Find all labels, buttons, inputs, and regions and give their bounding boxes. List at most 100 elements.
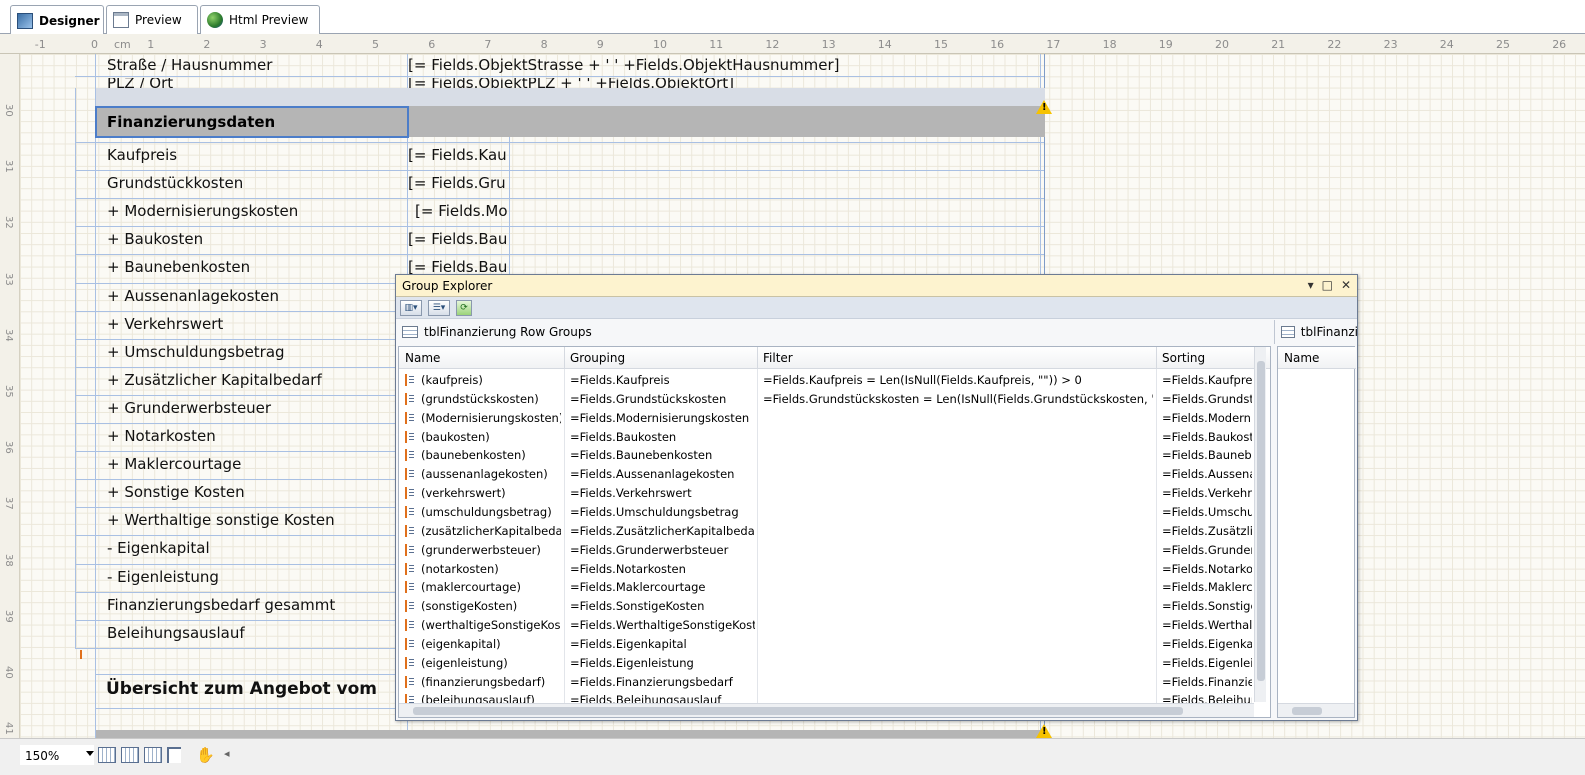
group-explorer-window[interactable]: Group Explorer ▾ □ ✕ ▥▾ ☰▾ ⟳ tblFinanzie… [395,274,1358,721]
collapse-arrow-icon[interactable]: ◂ [224,747,230,760]
warning-icon[interactable] [1036,100,1052,114]
row-group-icon [405,543,414,556]
ruler-tick: 5 [372,38,379,51]
group-explorer-titlebar[interactable]: Group Explorer ▾ □ ✕ [396,275,1357,297]
group-name-cell: (kaufpreis) [421,373,483,387]
horizontal-scrollbar[interactable] [399,703,1254,717]
group-row[interactable]: (Modernisierungskosten) =Fields.Modernisi… [399,409,1259,428]
layout-icon[interactable]: ▥▾ [400,299,422,316]
report-label-cell[interactable]: Kaufpreis [107,146,177,164]
column-header-sorting[interactable]: Sorting [1162,351,1205,365]
row-divider [75,254,1044,256]
tab-designer[interactable]: Designer [10,5,104,35]
row-groups-grid[interactable]: Name Grouping Filter Sorting (kaufpreis)… [398,346,1271,718]
report-label-cell[interactable]: - Eigenleistung [107,568,219,586]
vertical-scrollbar[interactable] [1254,347,1266,702]
ruler-toggle-icon[interactable] [167,747,181,763]
scroll-thumb[interactable] [413,707,1183,715]
ruler-tick: 4 [315,38,323,51]
scroll-thumb[interactable] [1292,707,1322,715]
zoom-select[interactable]: 150% [20,745,94,765]
group-grouping-cell: =Fields.Aussenanlagekosten [570,467,735,482]
group-name-cell: (aussenanlagekosten) [421,467,548,482]
snap-lines-icon[interactable] [144,747,162,763]
group-row[interactable]: (eigenleistung) =Fields.Eigenleistung =Fie… [399,654,1259,673]
group-row[interactable]: (grundstückskosten) =Fields.Grundstücksko… [399,390,1259,409]
group-sorting-cell: =Fields.Modernis [1162,410,1252,425]
window-title: Group Explorer [402,278,493,293]
report-label-cell[interactable]: + Aussenanlagekosten [107,287,279,305]
group-sorting-cell: =Fields.Eigenkapi [1162,636,1252,651]
report-expression-cell[interactable]: [= Fields.Kau [408,146,507,164]
report-expression-cell[interactable]: [= Fields.Bau [408,230,507,248]
group-row[interactable]: (baunebenkosten) =Fields.Baunebenkosten =F… [399,446,1259,465]
pan-hand-icon[interactable]: ✋ [196,746,215,764]
report-label-cell[interactable]: + Sonstige Kosten [107,483,245,501]
group-row[interactable]: (verkehrswert) =Fields.Verkehrswert =Field… [399,484,1259,503]
group-row[interactable]: (eigenkapital) =Fields.Eigenkapital =Field… [399,635,1259,654]
group-row[interactable]: (werthaltigeSonstigeKos... =Fields.Wertha… [399,616,1259,635]
column-header-grouping[interactable]: Grouping [570,351,625,365]
overview-heading[interactable]: Übersicht zum Angebot vom [106,679,377,699]
view-mode-icon[interactable]: ☰▾ [428,299,450,316]
group-row[interactable]: (notarkosten) =Fields.Notarkosten =Fields.… [399,560,1259,579]
refresh-icon[interactable]: ⟳ [456,299,472,316]
row-group-icon [405,411,414,424]
report-label-cell[interactable]: + Werthaltige sonstige Kosten [107,511,335,529]
report-expression-cell[interactable]: [= Fields.ObjektPLZ + ' ' +Fields.Objekt… [408,78,734,88]
horizontal-scrollbar[interactable] [1278,703,1354,717]
report-label-cell[interactable]: Beleihungsauslauf [107,624,245,642]
ruler-tick: 37 [3,497,14,511]
column-header-filter[interactable]: Filter [763,351,793,365]
ruler-tick: 24 [1439,38,1454,51]
report-label-cell[interactable]: + Maklercourtage [107,455,241,473]
snap-grid-icon[interactable] [121,747,139,763]
section-header-cell[interactable]: Finanzierungsdaten [95,106,409,138]
group-grouping-cell: =Fields.Grundstückskosten [570,391,727,406]
column-groups-grid[interactable]: Name [1277,346,1356,718]
report-label-cell[interactable]: + Umschuldungsbetrag [107,343,285,361]
group-row[interactable]: (kaufpreis) =Fields.Kaufpreis =Fields.Kauf… [399,371,1259,390]
group-row[interactable]: (finanzierungsbedarf) =Fields.Finanzierun… [399,673,1259,692]
maximize-icon[interactable]: □ [1322,278,1333,292]
report-label-cell[interactable]: + Baukosten [107,230,203,248]
group-name-cell: (Modernisierungskosten) [421,410,561,425]
warning-icon[interactable] [1036,724,1052,738]
group-row[interactable]: (umschuldungsbetrag) =Fields.Umschuldungs… [399,503,1259,522]
group-row[interactable]: (zusätzlicherKapitalbeda... =Fields.Zusät… [399,522,1259,541]
report-expression-cell[interactable]: [= Fields.Mo [415,202,508,220]
report-label-cell[interactable]: + Verkehrswert [107,315,223,333]
tab-html-preview[interactable]: Html Preview [200,5,320,34]
chevron-down-icon[interactable] [86,751,94,756]
report-label-cell[interactable]: + Baunebenkosten [107,258,250,276]
report-expression-cell[interactable]: [= Fields.Gru [408,174,506,192]
report-expression-cell[interactable]: [= Fields.ObjektStrasse + ' ' +Fields.Ob… [408,56,840,74]
grid-view-icon[interactable] [98,747,116,763]
report-label-cell[interactable]: + Notarkosten [107,427,216,445]
report-label-cell[interactable]: + Modernisierungskosten [107,202,298,220]
tab-preview[interactable]: Preview [106,5,198,34]
report-label-cell[interactable]: Straße / Hausnummer [107,56,272,74]
ruler-tick: 19 [1158,38,1173,51]
group-row[interactable]: (grunderwerbsteuer) =Fields.Grunderwerbst… [399,541,1259,560]
row-group-icon [405,430,414,443]
report-label-cell[interactable]: Finanzierungsbedarf gesammt [107,596,335,614]
report-label-cell[interactable]: + Zusätzlicher Kapitalbedarf [107,371,322,389]
close-icon[interactable]: ✕ [1341,278,1351,292]
group-row[interactable]: (maklercourtage) =Fields.Maklercourtage =F… [399,578,1259,597]
scroll-thumb[interactable] [1257,361,1265,681]
report-label-cell[interactable]: - Eigenkapital [107,539,210,557]
group-row[interactable]: (sonstigeKosten) =Fields.SonstigeKosten =F… [399,597,1259,616]
group-row[interactable]: (aussenanlagekosten) =Fields.Aussenanlage… [399,465,1259,484]
report-label-cell[interactable]: PLZ / Ort [107,78,173,88]
row-group-icon [405,468,414,481]
column-header-name[interactable]: Name [405,351,440,365]
report-label-cell[interactable]: + Grunderwerbsteuer [107,399,271,417]
report-label-cell[interactable]: Grundstückkosten [107,174,243,192]
dropdown-arrow-icon[interactable]: ▾ [1308,278,1314,292]
tab-label: Designer [39,13,100,28]
group-row[interactable]: (baukosten) =Fields.Baukosten =Fields.Bauk… [399,428,1259,447]
ruler-tick: 12 [765,38,780,51]
column-header-name[interactable]: Name [1278,347,1356,369]
row-divider [75,198,1044,200]
